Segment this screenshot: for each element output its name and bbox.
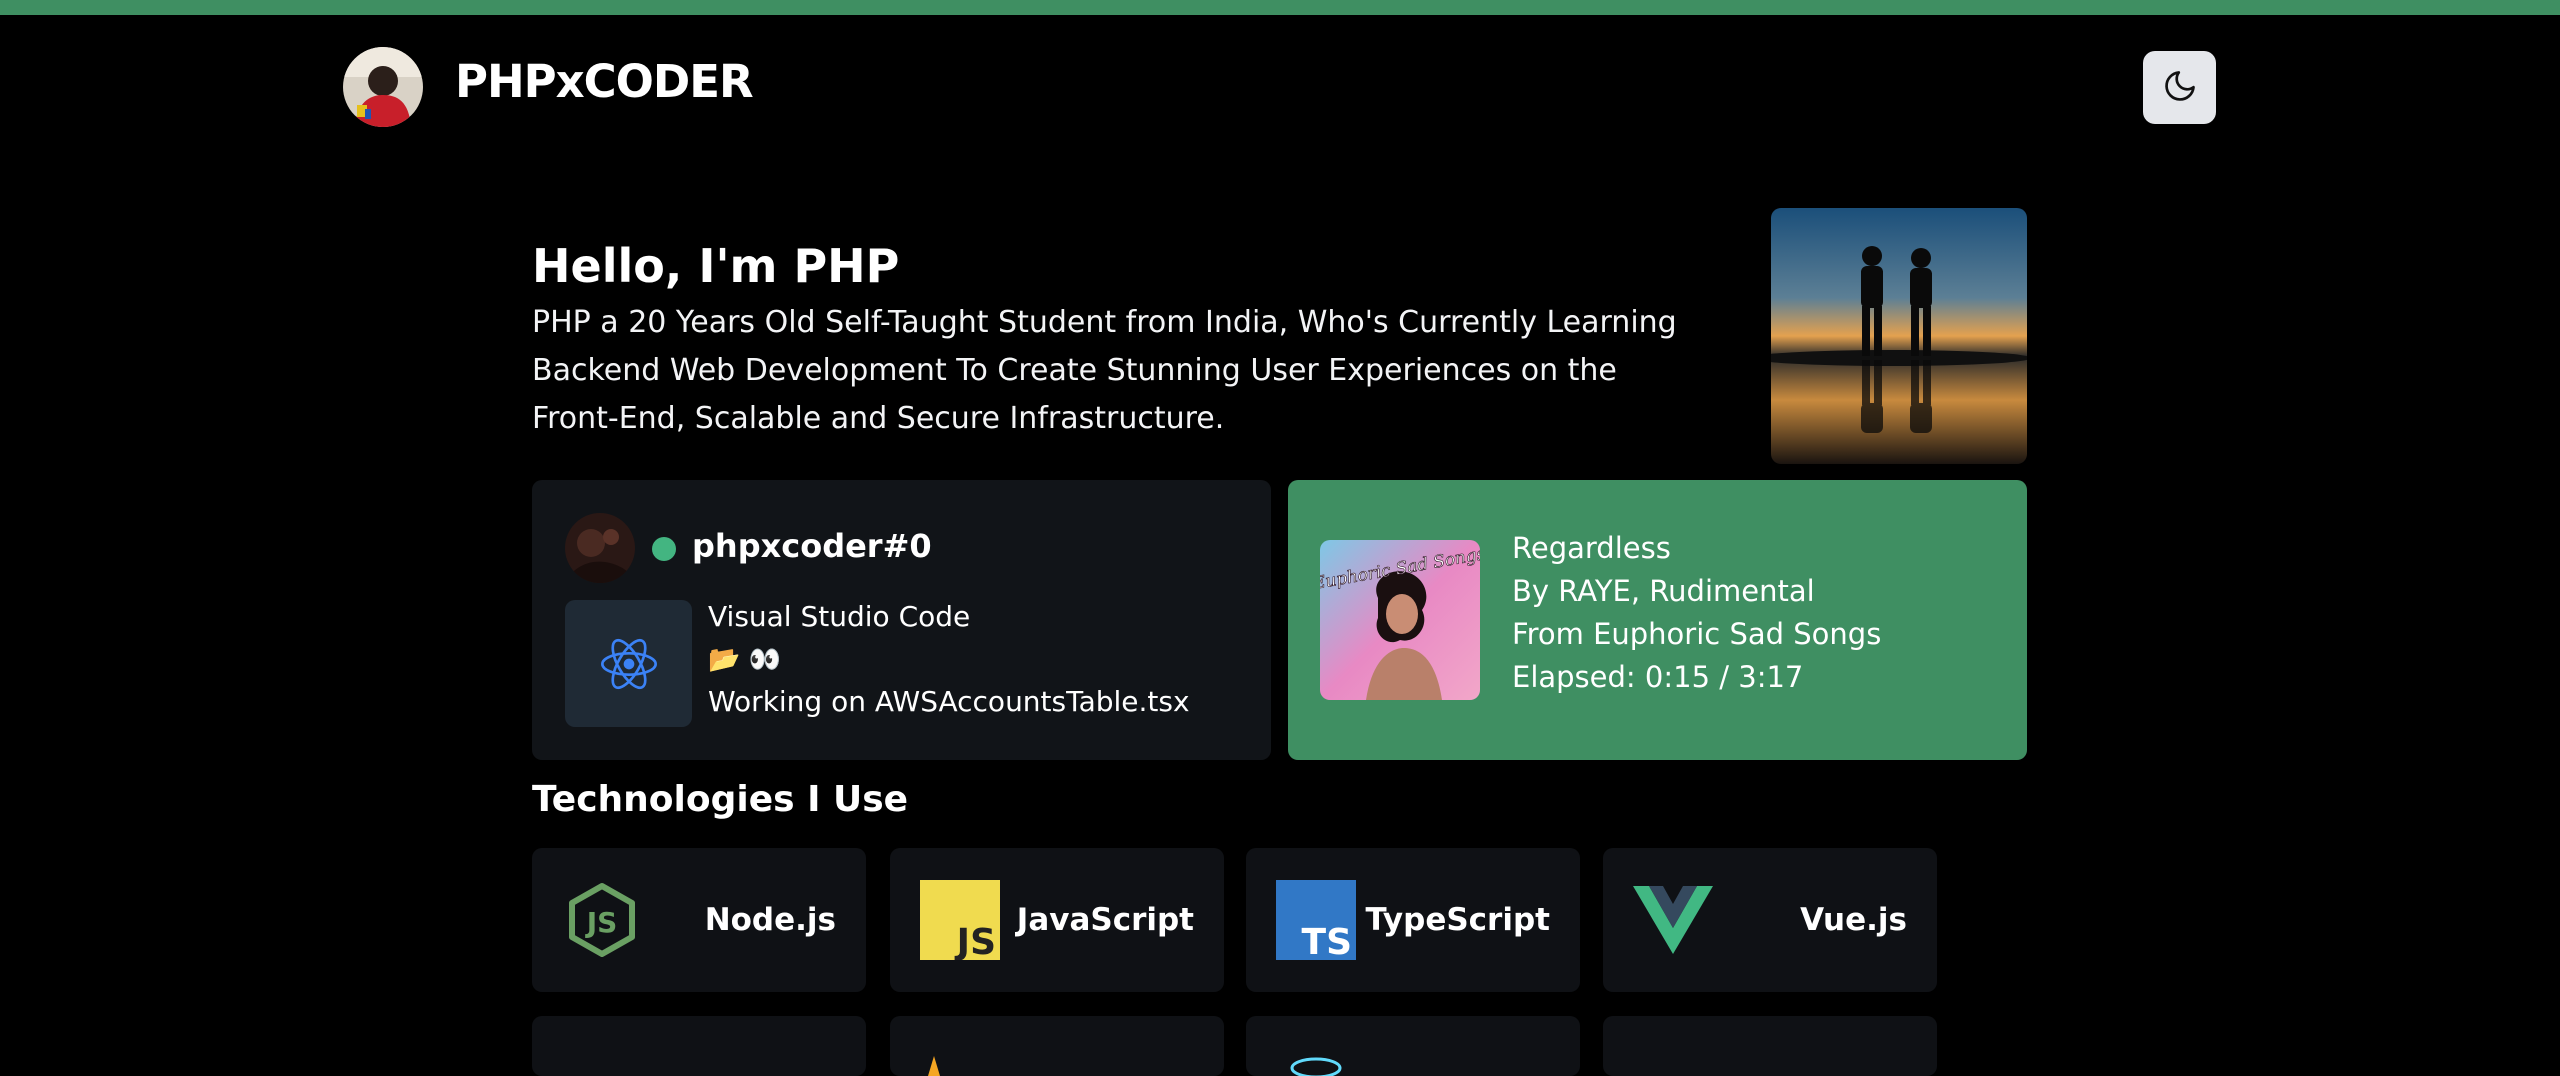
- moon-icon: [2162, 68, 2198, 107]
- tech-card: [1603, 1016, 1937, 1076]
- top-accent-bar: [0, 0, 2560, 15]
- typescript-icon: TS: [1276, 880, 1356, 963]
- svg-text:JS: JS: [954, 922, 996, 960]
- tech-card-vuejs: Vue.js: [1603, 848, 1937, 992]
- javascript-icon: JS: [920, 880, 1000, 963]
- technologies-heading: Technologies I Use: [532, 779, 909, 820]
- tech-card-javascript: JS JavaScript: [890, 848, 1224, 992]
- discord-avatar: [565, 513, 635, 583]
- activity-app-name: Visual Studio Code: [708, 600, 971, 633]
- album-art: Euphoric Sad Songs: [1320, 540, 1480, 700]
- tech-name: JavaScript: [1016, 902, 1194, 938]
- hero-description: PHP a 20 Years Old Self-Taught Student f…: [532, 305, 1677, 436]
- online-status-indicator: [652, 537, 676, 561]
- tech-name: TypeScript: [1365, 902, 1550, 938]
- activity-state: Working on AWSAccountsTable.tsx: [708, 685, 1190, 718]
- spotify-now-playing-card: Euphoric Sad Songs Regardless By RAYE, R…: [1288, 480, 2027, 760]
- svg-text:JS: JS: [585, 906, 618, 939]
- discord-presence-card: phpxcoder#0 Visual Studio Code 📂 👀 Worki…: [532, 480, 1271, 760]
- avatar[interactable]: [343, 47, 423, 127]
- site-name[interactable]: PHPxCODER: [455, 52, 754, 112]
- activity-details: 📂 👀: [708, 645, 782, 675]
- discord-username: phpxcoder#0: [692, 527, 932, 565]
- tech-card-typescript: TS TypeScript: [1246, 848, 1580, 992]
- tech-card: [532, 1016, 866, 1076]
- tech-card: [1246, 1016, 1580, 1076]
- svg-text:TS: TS: [1302, 922, 1352, 960]
- hero-photo: [1771, 208, 2027, 464]
- tech-card: [890, 1016, 1224, 1076]
- react-icon: [565, 600, 692, 727]
- theme-toggle-button[interactable]: [2143, 51, 2216, 124]
- song-artist: By RAYE, Rudimental: [1512, 574, 1815, 608]
- song-elapsed: Elapsed: 0:15 / 3:17: [1512, 660, 1804, 694]
- tech-name: Vue.js: [1800, 902, 1907, 938]
- vuejs-icon: [1633, 880, 1713, 960]
- song-title: Regardless: [1512, 531, 1671, 565]
- tech-name: Node.js: [704, 902, 836, 938]
- tech-card-nodejs: JS Node.js: [532, 848, 866, 992]
- song-album: From Euphoric Sad Songs: [1512, 617, 1882, 651]
- nodejs-icon: JS: [562, 880, 642, 960]
- hero-title: Hello, I'm PHP: [532, 239, 900, 293]
